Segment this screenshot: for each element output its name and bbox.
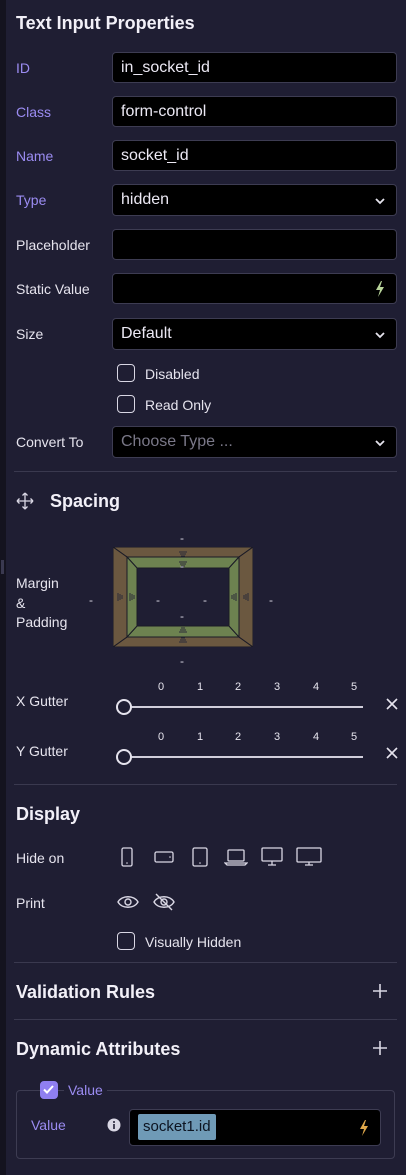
padding-top-value[interactable]: - (180, 560, 184, 572)
chevron-down-icon (375, 440, 385, 447)
value-toggle-label: Value (64, 1082, 107, 1098)
placeholder-field[interactable] (112, 229, 397, 260)
y-gutter-tick: 1 (196, 731, 204, 743)
eye-icon[interactable] (117, 893, 139, 911)
value-token-chip[interactable]: socket1.id (138, 1114, 216, 1140)
margin-right-value[interactable]: - (269, 594, 273, 606)
display-heading: Display (16, 804, 81, 824)
id-label: ID (16, 60, 30, 76)
x-gutter-tick: 1 (196, 681, 204, 693)
chevron-down-icon (375, 198, 385, 205)
class-label: Class (16, 104, 52, 120)
add-validation-rule-icon[interactable] (373, 984, 387, 998)
close-icon[interactable] (386, 698, 398, 710)
x-gutter-tick: 0 (157, 681, 165, 693)
x-gutter-track[interactable] (124, 706, 363, 708)
x-gutter-tick: 4 (312, 681, 320, 693)
name-value: socket_id (121, 147, 189, 164)
name-label: Name (16, 148, 54, 164)
margin-top-value[interactable]: - (180, 532, 184, 544)
ampersand-label-line: & (16, 594, 26, 611)
read-only-label: Read Only (145, 397, 212, 413)
panel-edge (0, 0, 6, 1175)
y-gutter-tick: 2 (234, 731, 242, 743)
tablet-icon[interactable] (191, 847, 209, 867)
add-dynamic-attribute-icon[interactable] (373, 1041, 387, 1055)
phone-icon[interactable] (120, 847, 134, 867)
y-gutter-tick: 3 (273, 731, 281, 743)
value-toggle-checkbox[interactable] (40, 1081, 58, 1099)
eye-off-icon[interactable] (153, 892, 175, 912)
divider (14, 471, 397, 472)
size-select[interactable]: Default (112, 318, 397, 350)
print-label: Print (16, 895, 45, 911)
static-value-field[interactable] (112, 273, 397, 304)
class-field[interactable]: form-control (112, 96, 397, 127)
id-field[interactable]: in_socket_id (112, 52, 397, 83)
disabled-label: Disabled (145, 366, 200, 382)
y-gutter-track[interactable] (124, 756, 363, 758)
disabled-checkbox[interactable] (117, 364, 135, 382)
visually-hidden-label: Visually Hidden (145, 934, 242, 950)
x-gutter-label: X Gutter (16, 693, 69, 709)
x-gutter-tick: 3 (273, 681, 281, 693)
y-gutter-tick: 5 (350, 731, 358, 743)
laptop-icon[interactable] (224, 848, 248, 866)
class-value: form-control (121, 103, 207, 120)
check-icon (43, 1085, 54, 1094)
padding-label-line: Padding (16, 614, 68, 630)
validation-rules-heading: Validation Rules (16, 982, 156, 1002)
convert-to-select[interactable]: Choose Type ... (112, 426, 397, 458)
divider (14, 1019, 397, 1020)
divider (14, 962, 397, 963)
y-gutter-slider-handle[interactable] (116, 749, 132, 765)
margin-bottom-value[interactable]: - (180, 655, 184, 667)
type-value: hidden (121, 191, 170, 208)
placeholder-label: Placeholder (16, 237, 90, 253)
dynamic-value-label: Value (31, 1117, 66, 1133)
y-gutter-tick: 4 (312, 731, 320, 743)
lightning-icon[interactable] (357, 1119, 371, 1137)
type-label: Type (16, 192, 47, 208)
dynamic-attributes-heading: Dynamic Attributes (16, 1039, 181, 1059)
resize-grip[interactable] (1, 560, 4, 574)
spacing-heading: Spacing (50, 491, 121, 511)
dynamic-value-field[interactable]: socket1.id (129, 1109, 381, 1146)
chevron-down-icon (375, 332, 385, 339)
convert-to-placeholder: Choose Type ... (121, 433, 233, 450)
read-only-checkbox[interactable] (117, 395, 135, 413)
padding-right-value[interactable]: - (203, 594, 207, 606)
move-icon (16, 492, 34, 510)
panel-title: Text Input Properties (16, 13, 195, 33)
hide-on-label: Hide on (16, 850, 65, 866)
x-gutter-tick: 2 (234, 681, 242, 693)
padding-bottom-value[interactable]: - (180, 610, 184, 622)
static-value-label: Static Value (16, 281, 90, 297)
x-gutter-tick: 5 (350, 681, 358, 693)
x-gutter-slider-handle[interactable] (116, 699, 132, 715)
info-icon[interactable] (107, 1118, 121, 1132)
margin-padding-label: Margin & Padding (16, 574, 67, 633)
visually-hidden-checkbox[interactable] (117, 932, 135, 950)
close-icon[interactable] (386, 747, 398, 759)
y-gutter-tick: 0 (157, 731, 165, 743)
name-field[interactable]: socket_id (112, 140, 397, 171)
padding-left-value[interactable]: - (156, 594, 160, 606)
convert-to-label: Convert To (16, 434, 84, 450)
phone-landscape-icon[interactable] (154, 850, 174, 864)
divider (14, 784, 397, 785)
size-label: Size (16, 326, 44, 342)
large-desktop-icon[interactable] (296, 847, 322, 867)
type-select[interactable]: hidden (112, 184, 397, 216)
lightning-icon[interactable] (373, 280, 387, 298)
margin-label-line: Margin (16, 575, 59, 591)
id-value: in_socket_id (121, 59, 210, 76)
y-gutter-label: Y Gutter (16, 743, 68, 759)
desktop-icon[interactable] (260, 847, 284, 867)
margin-left-value[interactable]: - (89, 594, 93, 606)
size-value: Default (121, 325, 172, 342)
